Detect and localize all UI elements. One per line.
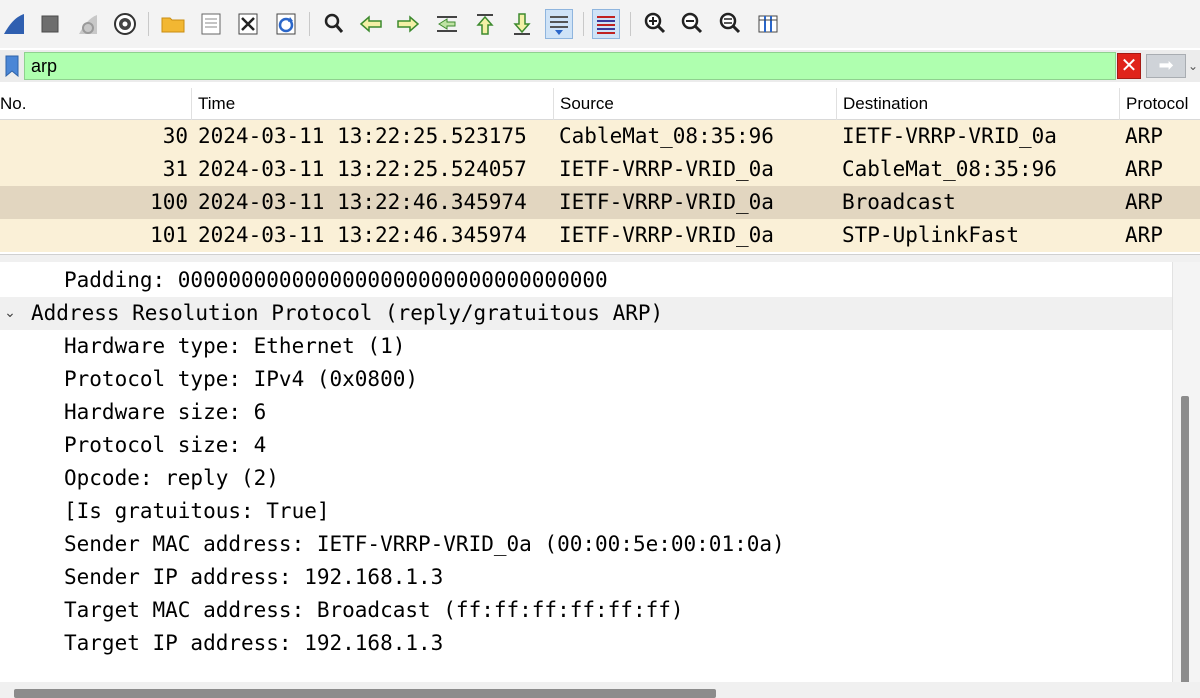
detail-line-padding[interactable]: Padding: 0000000000000000000000000000000… xyxy=(0,264,1172,297)
save-file-icon[interactable] xyxy=(197,9,225,39)
packet-destination: Broadcast xyxy=(842,190,956,214)
toolbar-separator xyxy=(583,12,584,36)
go-forward-icon[interactable] xyxy=(394,9,422,39)
column-header-no[interactable]: No. xyxy=(0,88,192,120)
packet-no: 30 xyxy=(162,124,188,148)
detail-text: Opcode: reply (2) xyxy=(64,466,279,490)
detail-line-target-mac[interactable]: Target MAC address: Broadcast (ff:ff:ff:… xyxy=(0,594,1172,627)
detail-line-arp-header[interactable]: ⌄ Address Resolution Protocol (reply/gra… xyxy=(0,297,1172,330)
go-first-packet-icon[interactable] xyxy=(471,9,499,39)
detail-text: Target IP address: 192.168.1.3 xyxy=(64,631,444,655)
apply-filter-icon[interactable]: ➡ xyxy=(1146,54,1186,78)
detail-line-sender-mac[interactable]: Sender MAC address: IETF-VRRP-VRID_0a (0… xyxy=(0,528,1172,561)
detail-text: Protocol size: 4 xyxy=(64,433,267,457)
toolbar-separator xyxy=(309,12,310,36)
packet-protocol: ARP xyxy=(1125,124,1163,148)
detail-text: Hardware size: 6 xyxy=(64,400,267,424)
packet-list: No. Time Source Destination Protocol 30 … xyxy=(0,88,1200,252)
details-vertical-scrollbar[interactable] xyxy=(1172,262,1200,684)
detail-line-sender-ip[interactable]: Sender IP address: 192.168.1.3 xyxy=(0,561,1172,594)
packet-destination: IETF-VRRP-VRID_0a xyxy=(842,124,1057,148)
pane-splitter[interactable] xyxy=(0,254,1200,262)
column-header-protocol[interactable]: Protocol xyxy=(1120,88,1200,120)
scrollbar-thumb[interactable] xyxy=(1181,396,1189,684)
packet-source: CableMat_08:35:96 xyxy=(559,124,774,148)
find-packet-icon[interactable] xyxy=(320,9,348,39)
bookmark-icon[interactable] xyxy=(2,52,22,80)
packet-protocol: ARP xyxy=(1125,223,1163,247)
display-filter-bar: arp ✕ ➡ ⌄ xyxy=(0,50,1200,82)
detail-line-protocol-size[interactable]: Protocol size: 4 xyxy=(0,429,1172,462)
packet-time: 2024-03-11 13:22:46.345974 xyxy=(198,190,527,214)
resize-columns-icon[interactable] xyxy=(754,9,782,39)
packet-row[interactable]: 30 2024-03-11 13:22:25.523175 CableMat_0… xyxy=(0,120,1200,153)
capture-options-gear-icon[interactable] xyxy=(111,9,139,39)
detail-text: Sender MAC address: IETF-VRRP-VRID_0a (0… xyxy=(64,532,785,556)
reload-file-icon[interactable] xyxy=(272,9,300,39)
detail-text: Address Resolution Protocol (reply/gratu… xyxy=(31,301,664,325)
detail-line-is-gratuitous[interactable]: [Is gratuitous: True] xyxy=(0,495,1172,528)
packet-details-pane: Padding: 0000000000000000000000000000000… xyxy=(0,262,1200,698)
column-header-time[interactable]: Time xyxy=(192,88,554,120)
detail-text: Target MAC address: Broadcast (ff:ff:ff:… xyxy=(64,598,684,622)
detail-text: Sender IP address: 192.168.1.3 xyxy=(64,565,444,589)
details-horizontal-scrollbar[interactable] xyxy=(0,682,1200,698)
detail-line-target-ip[interactable]: Target IP address: 192.168.1.3 xyxy=(0,627,1172,660)
go-last-packet-icon[interactable] xyxy=(508,9,536,39)
shark-fin-start-icon[interactable] xyxy=(0,9,28,39)
stop-capture-icon[interactable] xyxy=(36,9,64,39)
packet-time: 2024-03-11 13:22:46.345974 xyxy=(198,223,527,247)
close-file-icon[interactable] xyxy=(234,9,262,39)
packet-no: 31 xyxy=(162,157,188,181)
detail-line-hardware-type[interactable]: Hardware type: Ethernet (1) xyxy=(0,330,1172,363)
column-header-source[interactable]: Source xyxy=(554,88,837,120)
packet-no: 100 xyxy=(150,190,188,214)
packet-destination: STP-UplinkFast xyxy=(842,223,1020,247)
detail-line-opcode[interactable]: Opcode: reply (2) xyxy=(0,462,1172,495)
packet-time: 2024-03-11 13:22:25.523175 xyxy=(198,124,527,148)
packet-row[interactable]: 101 2024-03-11 13:22:46.345974 IETF-VRRP… xyxy=(0,219,1200,252)
packet-row-selected[interactable]: 100 2024-03-11 13:22:46.345974 IETF-VRRP… xyxy=(0,186,1200,219)
zoom-out-icon[interactable] xyxy=(678,9,706,39)
colorize-icon[interactable] xyxy=(592,9,620,39)
packet-time: 2024-03-11 13:22:25.524057 xyxy=(198,157,527,181)
filter-history-dropdown-icon[interactable]: ⌄ xyxy=(1188,54,1200,78)
column-header-destination[interactable]: Destination xyxy=(837,88,1120,120)
packet-protocol: ARP xyxy=(1125,190,1163,214)
detail-line-protocol-type[interactable]: Protocol type: IPv4 (0x0800) xyxy=(0,363,1172,396)
packet-row[interactable]: 31 2024-03-11 13:22:25.524057 IETF-VRRP-… xyxy=(0,153,1200,186)
detail-text: [Is gratuitous: True] xyxy=(64,499,330,523)
packet-destination: CableMat_08:35:96 xyxy=(842,157,1057,181)
scrollbar-thumb[interactable] xyxy=(14,689,716,698)
detail-text: Padding: 0000000000000000000000000000000… xyxy=(64,268,608,292)
packet-source: IETF-VRRP-VRID_0a xyxy=(559,157,774,181)
packet-list-header: No. Time Source Destination Protocol xyxy=(0,88,1200,120)
main-toolbar xyxy=(0,0,1200,48)
normal-size-icon[interactable] xyxy=(716,9,744,39)
detail-text: Protocol type: IPv4 (0x0800) xyxy=(64,367,419,391)
detail-text: Hardware type: Ethernet (1) xyxy=(64,334,406,358)
packet-source: IETF-VRRP-VRID_0a xyxy=(559,223,774,247)
auto-scroll-icon[interactable] xyxy=(545,9,573,39)
packet-no: 101 xyxy=(150,223,188,247)
detail-line-hardware-size[interactable]: Hardware size: 6 xyxy=(0,396,1172,429)
packet-protocol: ARP xyxy=(1125,157,1163,181)
go-back-icon[interactable] xyxy=(357,9,385,39)
go-to-packet-icon[interactable] xyxy=(433,9,461,39)
toolbar-separator xyxy=(148,12,149,36)
open-folder-icon[interactable] xyxy=(159,9,187,39)
display-filter-input[interactable]: arp xyxy=(24,52,1116,80)
restart-capture-icon[interactable] xyxy=(74,9,102,39)
zoom-in-icon[interactable] xyxy=(641,9,669,39)
chevron-down-icon[interactable]: ⌄ xyxy=(2,297,18,330)
packet-source: IETF-VRRP-VRID_0a xyxy=(559,190,774,214)
toolbar-separator xyxy=(630,12,631,36)
clear-filter-icon[interactable]: ✕ xyxy=(1117,53,1141,79)
